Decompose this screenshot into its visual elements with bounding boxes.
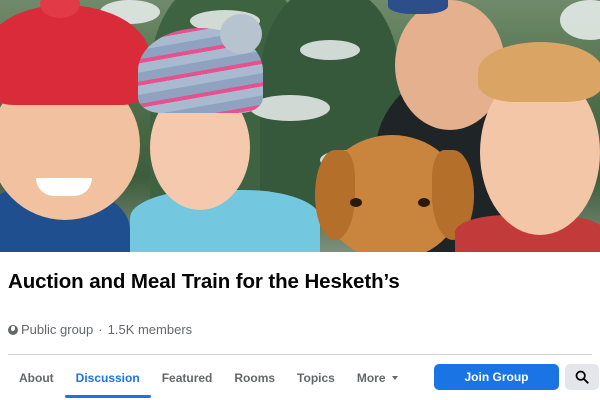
tab-topics[interactable]: Topics: [286, 355, 346, 400]
tab-label: More: [356, 370, 386, 385]
group-meta: Public group · 1.5K members: [8, 322, 192, 337]
tab-more[interactable]: More: [346, 355, 409, 400]
tab-rooms[interactable]: Rooms: [223, 355, 286, 400]
tab-about[interactable]: About: [8, 355, 65, 400]
boy-hair: [478, 42, 600, 102]
snow-patch: [300, 40, 360, 60]
meta-separator: ·: [98, 322, 103, 337]
tab-label: Topics: [297, 370, 335, 385]
tab-label: Discussion: [75, 370, 140, 385]
globe-icon: [8, 324, 18, 335]
girl-beanie-pompom: [220, 14, 262, 54]
search-button[interactable]: [565, 364, 599, 390]
dog-eye: [350, 198, 362, 207]
cover-photo[interactable]: [0, 0, 600, 252]
member-count[interactable]: 1.5K members: [108, 322, 193, 337]
group-tabs: About Discussion Featured Rooms Topics M…: [8, 355, 409, 400]
join-group-button[interactable]: Join Group: [434, 364, 559, 390]
magnifier-icon: [575, 370, 589, 384]
man-cap: [388, 0, 448, 14]
tab-label: Rooms: [234, 370, 276, 385]
tab-discussion[interactable]: Discussion: [64, 355, 151, 400]
group-title: Auction and Meal Train for the Hesketh’s: [8, 270, 400, 293]
snow-patch: [560, 0, 600, 40]
privacy-label[interactable]: Public group: [21, 322, 93, 337]
dog-eye: [418, 198, 430, 207]
caret-down-icon: [391, 375, 398, 380]
tab-featured[interactable]: Featured: [151, 355, 224, 400]
tab-label: About: [19, 370, 54, 385]
tab-label: Featured: [161, 370, 213, 385]
dog-ear-left: [315, 150, 355, 240]
